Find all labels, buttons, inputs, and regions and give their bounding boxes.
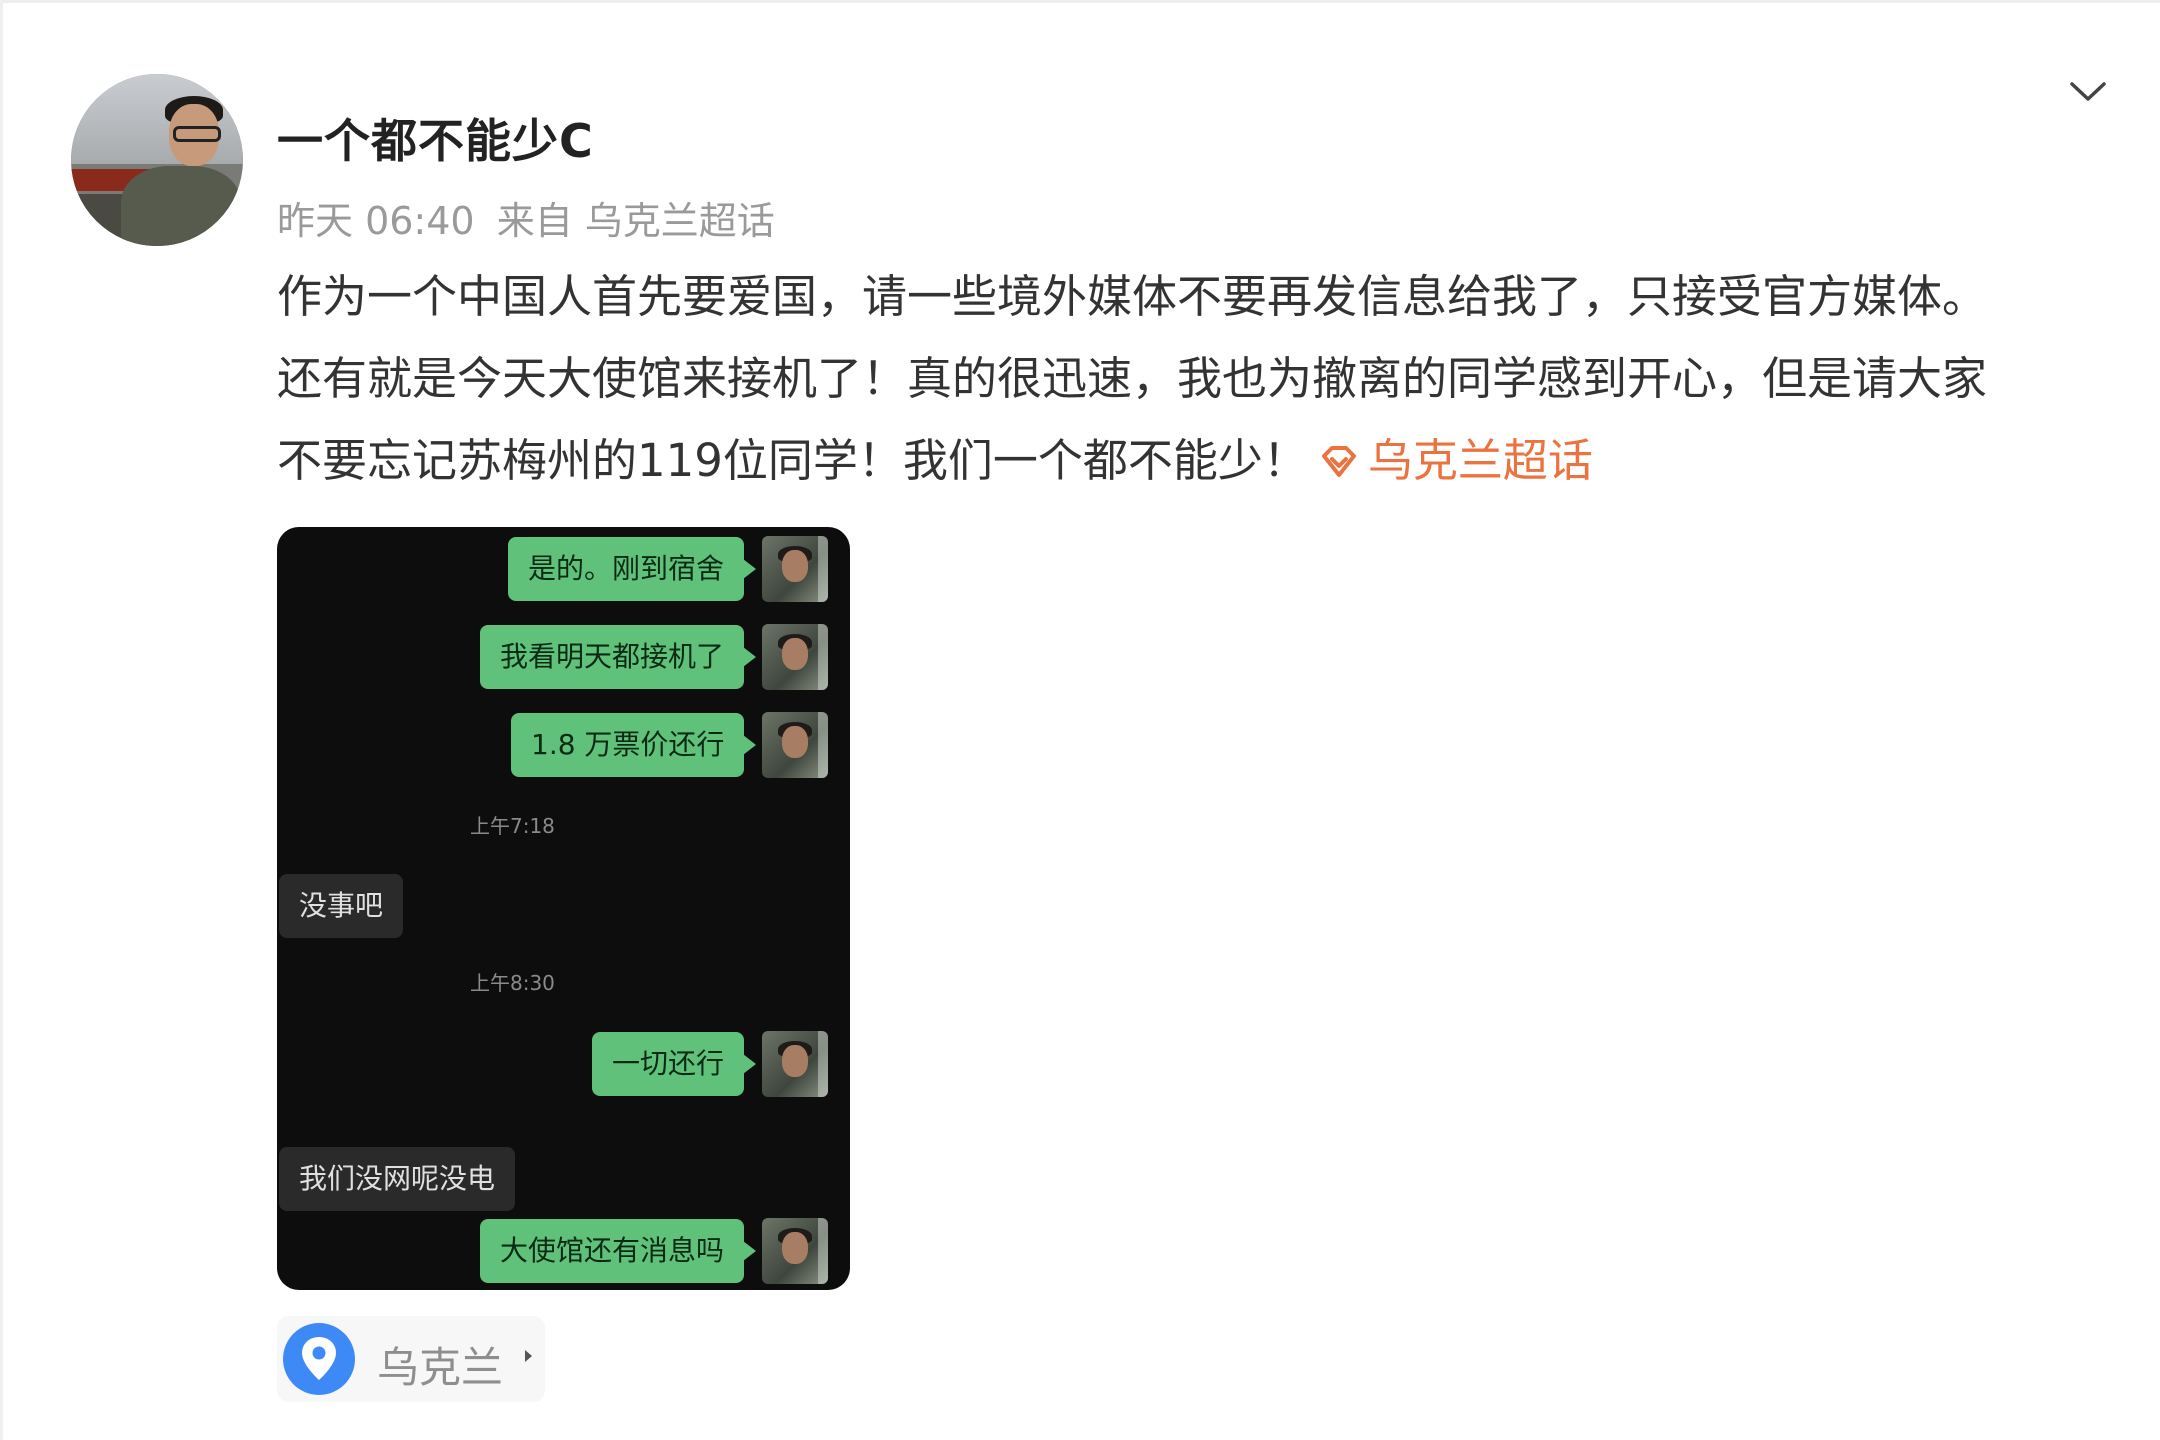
post-source-link[interactable]: 乌克兰超话 (585, 199, 775, 243)
chat-bubble-sent: 大使馆还有消息吗 (480, 1219, 757, 1283)
chat-timestamp: 上午7:18 (470, 814, 555, 838)
left-divider (0, 0, 3, 1440)
post-text-line: 还有就是今天大使馆来接机了！真的很迅速，我也为撤离的同学感到开心，但是请大家 (277, 352, 1988, 405)
source-prefix: 来自 (496, 199, 573, 243)
chat-avatar (762, 712, 828, 778)
location-label: 乌克兰 (377, 1343, 504, 1392)
top-divider (0, 0, 2160, 3)
post-body: 作为一个中国人首先要爱国，请一些境外媒体不要再发信息给我了，只接受官方媒体。 还… (277, 256, 2117, 502)
post-meta: 昨天 06:40 来自 乌克兰超话 (277, 190, 785, 245)
super-topic-diamond-icon (1321, 446, 1356, 477)
topic-link[interactable]: 乌克兰超话 (1368, 434, 1593, 487)
location-tag[interactable]: 乌克兰 (277, 1316, 545, 1402)
chevron-down-icon[interactable] (2068, 72, 2108, 112)
chat-bubble-received: 没事吧 (279, 874, 404, 938)
chat-screenshot-image[interactable]: 是的。刚到宿舍我看明天都接机了 1.8 万票价还行上午7:18 没事吧上午8:30 一… (277, 527, 850, 1290)
post-timestamp: 昨天 06:40 (277, 199, 475, 243)
chat-avatar (762, 536, 828, 602)
user-avatar[interactable] (71, 74, 243, 246)
chat-avatar (762, 1218, 828, 1284)
chat-bubble-sent: 1.8 万票价还行 (511, 713, 757, 777)
post-text-line: 不要忘记苏梅州的119位同学！我们一个都不能少！ (277, 434, 1308, 487)
post-text-line: 作为一个中国人首先要爱国，请一些境外媒体不要再发信息给我了，只接受官方媒体。 (277, 270, 1988, 323)
chat-bubble-sent: 一切还行 (592, 1032, 757, 1096)
post-text-line-last: 不要忘记苏梅州的119位同学！我们一个都不能少！ 乌克兰超话 (277, 420, 2117, 502)
location-pin-icon (283, 1323, 355, 1395)
chat-bubble-received: 我们没网呢没电 (279, 1147, 516, 1211)
chat-bubble-sent: 是的。刚到宿舍 (508, 537, 757, 601)
weibo-post-card: 一个都不能少C 昨天 06:40 来自 乌克兰超话 作为一个中国人首先要爱国，请一… (0, 0, 2160, 1440)
chat-avatar (762, 1031, 828, 1097)
chat-timestamp: 上午8:30 (470, 971, 555, 995)
chat-bubble-sent: 我看明天都接机了 (480, 625, 757, 689)
chat-avatar (762, 624, 828, 690)
username[interactable]: 一个都不能少C (277, 105, 594, 171)
caret-right-icon (525, 1350, 532, 1362)
